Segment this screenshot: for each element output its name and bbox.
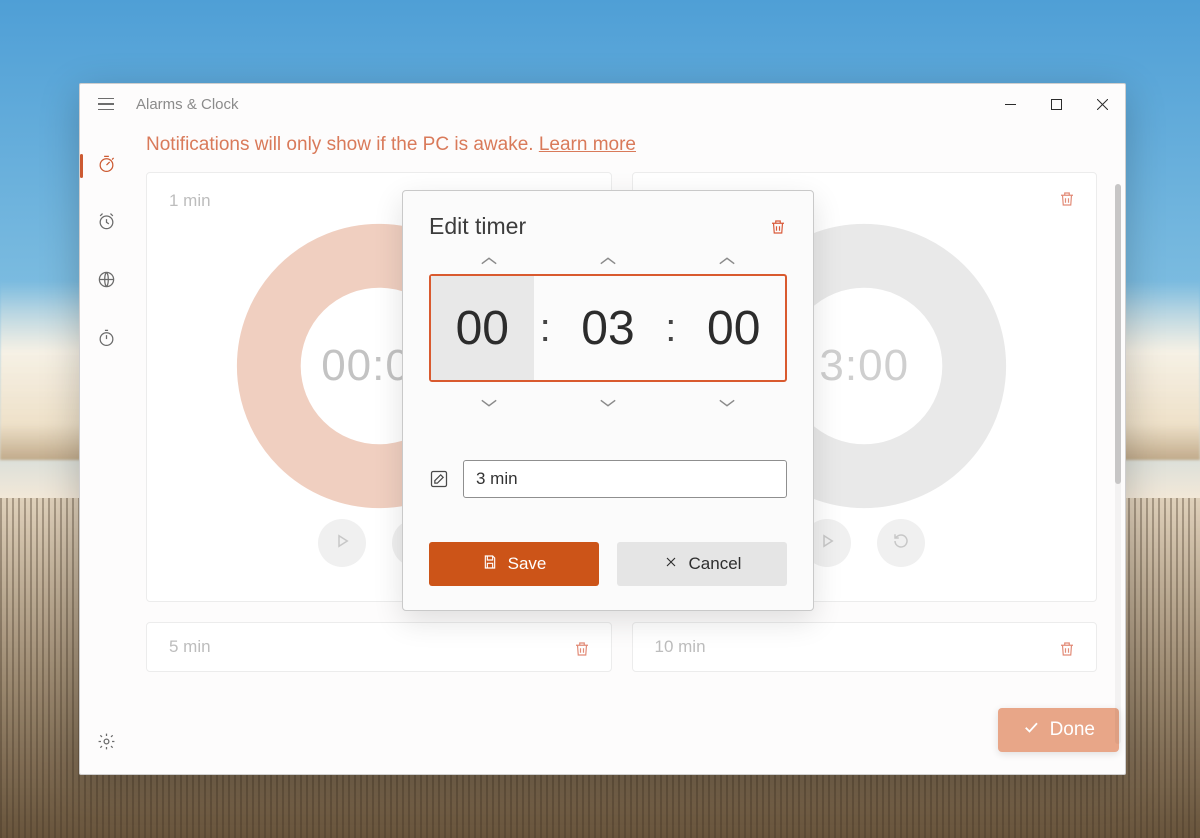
close-icon [663,554,679,575]
timer-name-input[interactable] [463,460,787,498]
nav-settings[interactable] [86,728,126,760]
reset-icon [892,532,910,555]
play-icon [818,532,836,555]
time-separator: : [659,306,682,351]
minutes-up-button[interactable] [548,248,667,274]
app-title: Alarms & Clock [136,96,239,113]
timer-label: 5 min [169,637,589,657]
nav-timer[interactable] [86,150,126,182]
minutes-down-button[interactable] [548,390,667,416]
done-button[interactable]: Done [998,708,1119,752]
gear-icon [97,732,116,756]
timer-card[interactable]: 10 min [632,622,1098,672]
timer-icon [97,154,116,178]
hours-down-button[interactable] [429,390,548,416]
maximize-button[interactable] [1033,86,1079,122]
seconds-down-button[interactable] [668,390,787,416]
play-icon [333,532,351,555]
hours-field[interactable]: 00 [431,276,534,380]
time-picker: 00 : 03 : 00 [429,274,787,382]
save-button[interactable]: Save [429,542,599,586]
globe-icon [97,270,116,294]
learn-more-link[interactable]: Learn more [539,134,636,155]
minimize-button[interactable] [987,86,1033,122]
hamburger-menu-button[interactable] [90,88,122,120]
save-label: Save [508,554,547,574]
edit-timer-dialog: Edit timer 00 : 03 : 00 Save Cancel [402,190,814,611]
close-button[interactable] [1079,86,1125,122]
scrollbar[interactable] [1115,184,1121,744]
seconds-up-button[interactable] [668,248,787,274]
delete-timer-button[interactable] [573,639,591,659]
alarm-icon [97,212,116,236]
delete-timer-button[interactable] [1058,639,1076,659]
play-button[interactable] [318,519,366,567]
window-controls [987,86,1125,122]
cancel-label: Cancel [689,554,742,574]
reset-button[interactable] [877,519,925,567]
minutes-field[interactable]: 03 [557,276,660,380]
notification-banner: Notifications will only show if the PC i… [132,124,1097,172]
nav-stopwatch[interactable] [86,324,126,356]
check-icon [1022,718,1040,742]
done-label: Done [1050,719,1095,741]
time-separator: : [534,306,557,351]
scrollbar-thumb[interactable] [1115,184,1121,484]
dialog-title: Edit timer [429,213,526,240]
nav-alarm[interactable] [86,208,126,240]
notice-text: Notifications will only show if the PC i… [146,134,539,155]
cancel-button[interactable]: Cancel [617,542,787,586]
title-bar: Alarms & Clock [80,84,1125,124]
nav-world-clock[interactable] [86,266,126,298]
save-icon [482,554,498,575]
edit-icon [429,469,449,489]
dialog-delete-button[interactable] [769,217,787,237]
sidebar [80,124,132,774]
seconds-field[interactable]: 00 [682,276,785,380]
hours-up-button[interactable] [429,248,548,274]
timer-card[interactable]: 5 min [146,622,612,672]
delete-timer-button[interactable] [1058,189,1076,209]
stopwatch-icon [97,328,116,352]
timer-label: 10 min [655,637,1075,657]
